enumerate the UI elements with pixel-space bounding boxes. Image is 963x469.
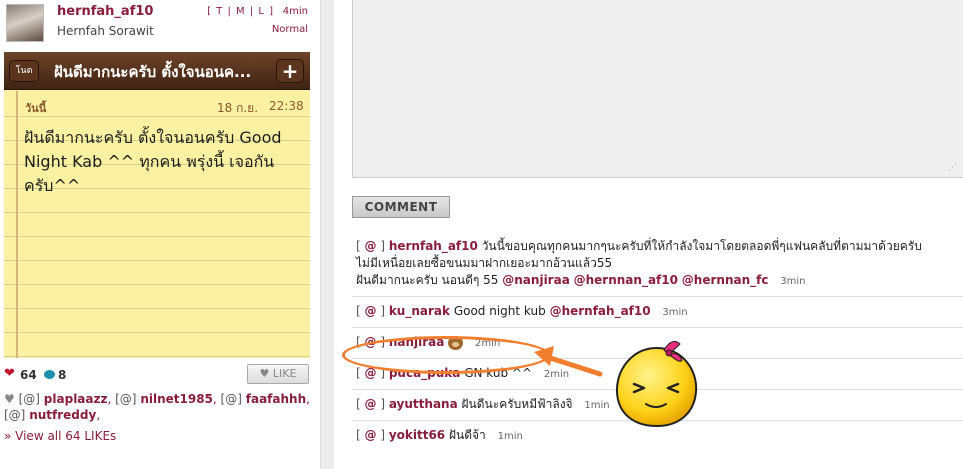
post-realname: Hernfah Sorawit <box>57 24 154 38</box>
heart-icon: ❤ <box>4 366 15 381</box>
stats-row: ❤ 64 8 ♥ LIKE <box>4 364 314 385</box>
liker-tag[interactable]: [@] <box>221 392 242 406</box>
comment-text: วันนี้ขอบคุณทุกคนมากๆนะครับที่ให้กำลังใจ… <box>481 239 922 253</box>
comment-username[interactable]: hernfah_af10 <box>389 239 478 253</box>
notes-toolbar: โนต ฝันดีมากนะครับ ตั้งใจนอนค... + <box>4 52 310 90</box>
comment-button[interactable]: COMMENT <box>352 196 450 218</box>
comment-text: ฝันดีนะครับหมีฟ้าลิงจิ <box>461 397 573 411</box>
comment-time: 1min <box>584 400 610 411</box>
notes-date: 18 ก.ย. <box>217 101 259 115</box>
notes-title: ฝันดีมากนะครับ ตั้งใจนอนค... <box>54 63 252 81</box>
heart-icon: ♥ <box>259 367 273 380</box>
comment-text: ไม่มีเหนื่อยเลยซื้อขนมมาฝากเยอะมากอ้วนแล… <box>356 256 613 270</box>
liker-tag[interactable]: [@] <box>115 392 136 406</box>
highlight-ellipse <box>342 336 550 374</box>
comment-time: 3min <box>662 307 688 318</box>
mention-link[interactable]: @hernfah_af10 <box>550 304 651 318</box>
comment-text: ฝันดีมากนะครับ นอนดีๆ 55 <box>356 273 499 287</box>
comment-username[interactable]: yokitt66 <box>389 428 445 442</box>
reply-tag[interactable]: [ @ ] <box>356 397 385 411</box>
comment-time: 3min <box>780 276 806 287</box>
pointer-arrow-icon <box>534 346 603 377</box>
liker-name[interactable]: nutfreddy <box>29 408 96 422</box>
view-all-likes-link[interactable]: » View all 64 LIKEs <box>4 429 116 443</box>
column-divider <box>320 0 334 469</box>
notes-body: ฝันดีมากนะครับ ตั้งใจนอนครับ Good Night … <box>24 128 282 195</box>
liker-name[interactable]: faafahhh <box>246 392 306 406</box>
reply-tag[interactable]: [ @ ] <box>356 304 385 318</box>
comment-username[interactable]: ku_narak <box>389 304 450 318</box>
post-photo[interactable]: โนต ฝันดีมากนะครับ ตั้งใจนอนค... + วันนี… <box>4 52 310 358</box>
mention-link[interactable]: @hernnan_af10 <box>574 273 678 287</box>
reply-tag[interactable]: [ @ ] <box>356 239 385 253</box>
liker-tag[interactable]: [@] <box>4 408 25 422</box>
plus-icon: + <box>276 59 304 83</box>
comment-time: 1min <box>497 431 523 442</box>
mascot-emoticon-icon <box>615 341 698 428</box>
quality-link[interactable]: Normal <box>272 24 308 35</box>
comments-count: 8 <box>58 368 67 382</box>
post-time: 4min <box>282 6 308 17</box>
notes-margin-line <box>16 91 18 358</box>
comment-item: [ @ ] ku_narak Good night kub @hernfah_a… <box>352 297 963 328</box>
mention-link[interactable]: @nanjiraa <box>502 273 570 287</box>
mention-link[interactable]: @hernnan_fc <box>682 273 769 287</box>
comment-item: [ @ ] hernfah_af10 วันนี้ขอบคุณทุกคนมากๆ… <box>352 230 963 297</box>
notes-day: วันนี้ <box>25 102 47 115</box>
comment-username[interactable]: ayutthana <box>389 397 458 411</box>
likes-count: 64 <box>20 368 37 382</box>
size-links[interactable]: [ T | M | L ] <box>207 6 274 17</box>
post-panel: hernfah_af10 Hernfah Sorawit [ T | M | L… <box>0 0 320 469</box>
reply-tag[interactable]: [ @ ] <box>356 428 385 442</box>
liker-name[interactable]: plaplaazz <box>44 392 108 406</box>
liker-tag[interactable]: [@] <box>19 392 40 406</box>
heart-bullet-icon: ♥ <box>4 392 15 406</box>
notes-back-button: โนต <box>9 60 39 82</box>
comment-text: ฝันดีจ้า <box>449 428 486 442</box>
like-button-label: LIKE <box>272 367 297 380</box>
comment-text: Good night kub <box>453 304 546 318</box>
liker-name[interactable]: nilnet1985 <box>140 392 213 406</box>
avatar[interactable] <box>6 4 44 42</box>
resize-grip-icon[interactable]: ⋰ <box>948 163 957 173</box>
notes-clock: 22:38 <box>269 99 304 113</box>
comment-textarea[interactable]: ⋰ <box>352 0 963 178</box>
post-username[interactable]: hernfah_af10 <box>57 4 153 19</box>
likers-list: ♥ [@] plaplaazz, [@] nilnet1985, [@] faa… <box>4 392 310 422</box>
like-button[interactable]: ♥ LIKE <box>247 364 309 384</box>
comment-bubble-icon <box>44 370 55 379</box>
